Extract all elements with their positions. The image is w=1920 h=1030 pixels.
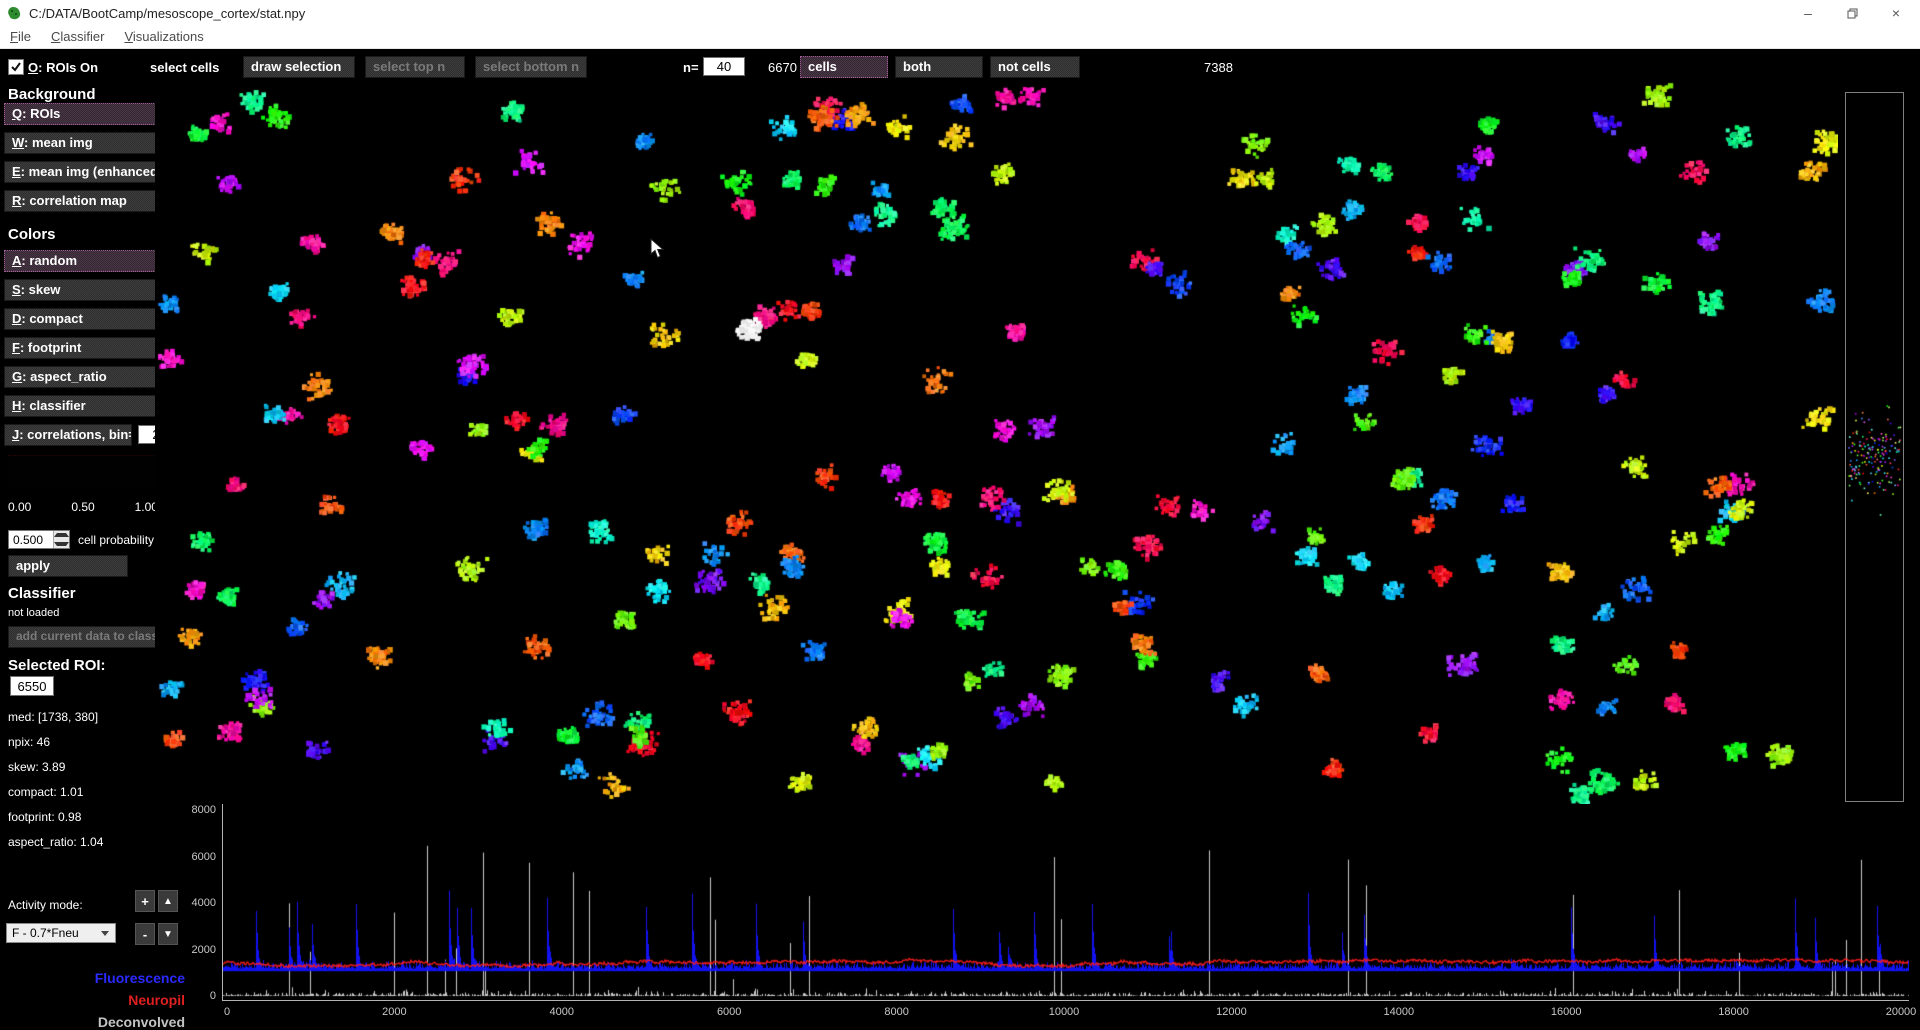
chevron-down-icon (101, 931, 109, 936)
spinner-up-icon[interactable] (54, 531, 69, 540)
trace-down-button[interactable]: ▼ (158, 923, 178, 945)
button-r-correlation-map[interactable]: R: correlation map (4, 190, 180, 212)
cells-button[interactable]: cells (800, 56, 888, 78)
roi-stat: aspect_ratio: 1.04 (8, 835, 103, 849)
background-header: Background (8, 86, 96, 103)
trace-plot-frame (222, 804, 1909, 1001)
x-tick-label: 12000 (1203, 1006, 1259, 1018)
add-to-classifier-button[interactable]: add current data to classifier (8, 626, 176, 648)
menu-visualizations[interactable]: Visualizations (114, 26, 213, 48)
x-tick-label: 10000 (1036, 1006, 1092, 1018)
n-input[interactable] (703, 57, 745, 76)
legend-neuropil: Neuropil (5, 992, 185, 1008)
trace-canvas[interactable] (223, 804, 1909, 1000)
draw-selection-button[interactable]: draw selection (243, 56, 355, 78)
x-tick-label: 18000 (1706, 1006, 1762, 1018)
correlations-button[interactable]: J: correlations, bin= (4, 424, 132, 446)
cell-probability-label: cell probability (78, 533, 154, 547)
cell-probability-value: 0.500 (9, 531, 53, 548)
classifier-header: Classifier (8, 585, 76, 602)
window-title: C:/DATA/BootCamp/mesoscope_cortex/stat.n… (29, 6, 305, 21)
y-tick-label: 6000 (170, 851, 216, 863)
mouse-cursor-icon (650, 238, 664, 259)
x-tick-label: 20000 (1873, 1006, 1920, 1018)
x-tick-label: 16000 (1538, 1006, 1594, 1018)
menu-classifier[interactable]: Classifier (41, 26, 114, 48)
roi-stat: footprint: 0.98 (8, 810, 81, 824)
button-q-rois[interactable]: Q: ROIs (4, 103, 180, 125)
activity-mode-dropdown[interactable]: F - 0.7*Fneu (6, 923, 116, 943)
button-w-mean-img[interactable]: W: mean img (4, 132, 180, 154)
minimize-button[interactable]: – (1786, 0, 1830, 26)
legend-fluorescence: Fluorescence (5, 970, 185, 986)
x-tick-label: 8000 (869, 1006, 925, 1018)
activity-mode-value: F - 0.7*Fneu (12, 926, 101, 940)
zoom-out-button[interactable]: - (135, 923, 155, 945)
x-tick-label: 2000 (366, 1006, 422, 1018)
y-tick-label: 2000 (170, 944, 216, 956)
x-tick-label: 6000 (701, 1006, 757, 1018)
selected-roi-input[interactable] (10, 676, 54, 696)
n-label: n= (683, 60, 699, 75)
cell-probability-spinner[interactable]: 0.500 (8, 530, 70, 549)
selected-roi-header: Selected ROI: (8, 657, 106, 674)
colorbar-tick: 0.50 (71, 500, 94, 514)
roi-stat: compact: 1.01 (8, 785, 83, 799)
app-icon (6, 5, 22, 21)
apply-button[interactable]: apply (8, 555, 128, 577)
spinner-down-icon[interactable] (54, 540, 69, 549)
colors-header: Colors (8, 226, 56, 243)
not-cells-count: 7388 (1204, 60, 1233, 75)
button-e-mean-img-enhanced[interactable]: E: mean img (enhanced) (4, 161, 180, 183)
y-tick-label: 8000 (170, 804, 216, 816)
button-g-aspect-ratio[interactable]: G: aspect_ratio (4, 366, 180, 388)
app-window: { "window": { "title": "C:/DATA/BootCamp… (0, 0, 1920, 1024)
roi-stat: med: [1738, 380] (8, 710, 98, 724)
y-tick-label: 4000 (170, 897, 216, 909)
cells-count: 6670 (768, 60, 797, 75)
menu-bar: FileClassifierVisualizations (0, 26, 1920, 49)
colorbar-ticks: 0.000.501.00 (8, 500, 158, 514)
select-cells-label: select cells (150, 60, 219, 75)
rois-on-checkbox[interactable] (8, 59, 24, 75)
classifier-status: not loaded (8, 607, 59, 619)
restore-icon (1847, 8, 1858, 19)
zoom-in-button[interactable]: + (135, 890, 155, 912)
both-button[interactable]: both (895, 56, 983, 78)
select-bottom-n-button[interactable]: select bottom n (475, 56, 587, 78)
button-d-compact[interactable]: D: compact (4, 308, 180, 330)
close-button[interactable]: × (1874, 0, 1918, 26)
x-tick-label: 14000 (1371, 1006, 1427, 1018)
x-tick-label: 4000 (534, 1006, 590, 1018)
y-tick-label: 0 (170, 990, 216, 1002)
button-s-skew[interactable]: S: skew (4, 279, 180, 301)
legend-deconvolved: Deconvolved (5, 1014, 185, 1030)
minimap-canvas[interactable] (1845, 92, 1904, 802)
restore-button[interactable] (1830, 0, 1874, 26)
roi-stat: skew: 3.89 (8, 760, 65, 774)
x-tick-label: 0 (199, 1006, 255, 1018)
title-bar: C:/DATA/BootCamp/mesoscope_cortex/stat.n… (0, 0, 1920, 26)
check-icon (9, 60, 23, 74)
select-top-n-button[interactable]: select top n (365, 56, 465, 78)
not-cells-button[interactable]: not cells (990, 56, 1080, 78)
activity-mode-label: Activity mode: (8, 898, 83, 912)
rois-on-label: O: ROIs On (28, 60, 98, 75)
button-f-footprint[interactable]: F: footprint (4, 337, 180, 359)
roi-stat: npix: 46 (8, 735, 50, 749)
colorbar-tick: 0.00 (8, 500, 31, 514)
button-a-random[interactable]: A: random (4, 250, 180, 272)
roi-field-canvas[interactable] (155, 78, 1838, 805)
menu-file[interactable]: File (0, 26, 41, 48)
spinner-arrows[interactable] (53, 531, 69, 548)
button-h-classifier[interactable]: H: classifier (4, 395, 180, 417)
